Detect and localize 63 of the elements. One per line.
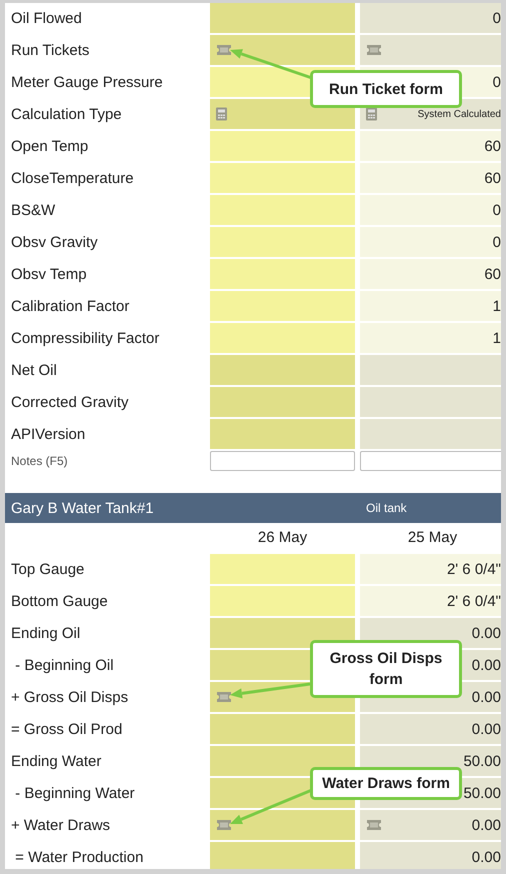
notes-field[interactable]: [210, 451, 355, 471]
field-label: Obsv Temp: [10, 264, 88, 284]
ticket-icon[interactable]: [216, 820, 232, 830]
input-field[interactable]: 0: [360, 195, 501, 225]
input-field[interactable]: [210, 323, 355, 353]
field-label: Oil Flowed: [10, 8, 83, 28]
field-label: Ending Water: [10, 752, 102, 772]
field-label: Bottom Gauge: [10, 592, 109, 612]
input-field[interactable]: 2' 6 0/4": [360, 586, 501, 616]
date-heading: 26 May: [256, 528, 308, 548]
ticket-icon[interactable]: [366, 820, 382, 830]
notes-field[interactable]: [360, 451, 501, 471]
field-label: APIVersion: [10, 424, 86, 444]
field-label: - Beginning Oil: [14, 656, 115, 676]
input-field[interactable]: 2' 6 0/4": [360, 554, 501, 584]
calculator-icon: [216, 108, 227, 120]
field-label: = Gross Oil Prod: [10, 720, 124, 740]
field-label: + Water Draws: [10, 816, 112, 836]
field-label: BS&W: [10, 200, 56, 220]
tank-type: Oil tank: [366, 501, 407, 515]
field-label: Open Temp: [10, 136, 90, 156]
calculator-icon: [366, 108, 377, 120]
date-heading: 25 May: [406, 528, 458, 548]
input-field[interactable]: 1: [360, 323, 501, 353]
input-field[interactable]: 60: [360, 163, 501, 193]
field-label: Ending Oil: [10, 624, 82, 644]
field-label: Calculation Type: [10, 104, 123, 124]
field-label: Compressibility Factor: [10, 328, 160, 348]
input-field[interactable]: 0: [360, 227, 501, 257]
field-label: Obsv Gravity: [10, 232, 99, 252]
input-field[interactable]: 1: [360, 291, 501, 321]
input-field[interactable]: 60: [360, 131, 501, 161]
input-field[interactable]: [210, 554, 355, 584]
input-field[interactable]: 60: [360, 259, 501, 289]
input-field[interactable]: [210, 259, 355, 289]
field-label: Corrected Gravity: [10, 392, 130, 412]
input-field[interactable]: [210, 131, 355, 161]
field-label: Top Gauge: [10, 560, 86, 580]
callout-tooltip: Run Ticket form: [310, 70, 462, 108]
ticket-icon[interactable]: [216, 692, 232, 702]
field-label: Run Tickets: [10, 40, 90, 60]
field-label: + Gross Oil Disps: [10, 688, 130, 708]
field-label: = Water Production: [14, 848, 144, 868]
field-label: Net Oil: [10, 360, 58, 380]
input-field[interactable]: [210, 163, 355, 193]
callout-tooltip: Gross Oil Disps form: [310, 640, 462, 698]
value-cell: 0.00: [360, 810, 501, 840]
callout-tooltip: Water Draws form: [310, 767, 462, 800]
input-field[interactable]: [210, 195, 355, 225]
input-field[interactable]: [210, 227, 355, 257]
ticket-icon[interactable]: [366, 45, 382, 55]
tank-title: Gary B Water Tank#1: [10, 500, 155, 516]
input-field[interactable]: [210, 291, 355, 321]
field-label: Meter Gauge Pressure: [10, 72, 164, 92]
value-cell: 0.00: [360, 714, 501, 744]
value-cell: 0: [360, 3, 501, 33]
field-label: - Beginning Water: [14, 784, 136, 804]
value-cell: 0.00: [360, 842, 501, 869]
field-label: Calibration Factor: [10, 296, 130, 316]
ticket-icon[interactable]: [216, 45, 232, 55]
input-field[interactable]: [210, 586, 355, 616]
field-label: Notes (F5): [10, 453, 69, 470]
field-label: CloseTemperature: [10, 168, 135, 188]
